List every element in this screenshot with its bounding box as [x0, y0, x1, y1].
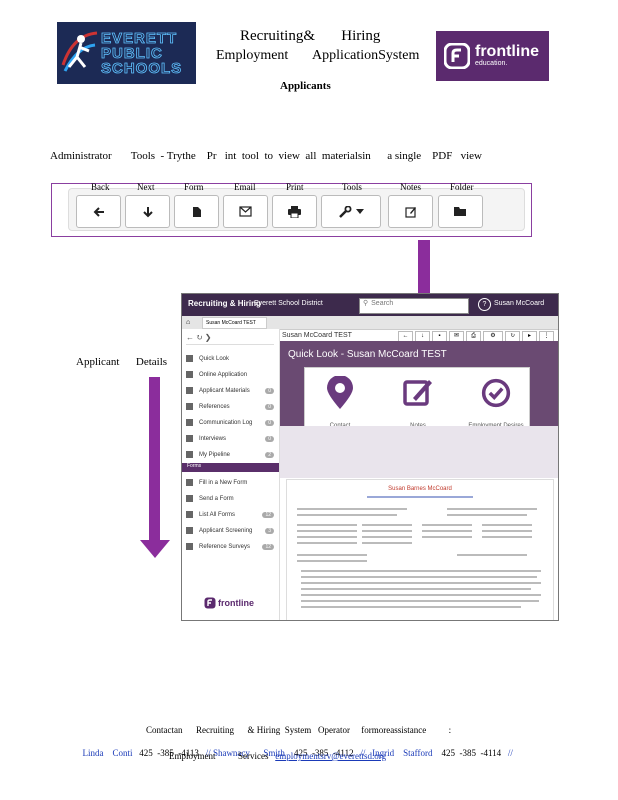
sidebar-frontline-logo: frontline	[204, 597, 254, 609]
arrow-down-icon	[142, 206, 153, 217]
toolbar-label-back: Back	[91, 182, 110, 192]
app-top-bar: Recruiting & Hiring Everett School Distr…	[182, 294, 558, 316]
sidebar-item-applicant-screening[interactable]: Applicant Screening 3	[186, 527, 274, 534]
quick-look-title: Quick Look - Susan McCoard TEST	[288, 349, 447, 360]
check-circle-icon[interactable]	[481, 376, 511, 410]
sidebar-item-applicant-materials[interactable]: Applicant Materials 0	[186, 387, 274, 394]
tab-applicant[interactable]: Susan McCoard TEST	[202, 317, 267, 329]
form-button[interactable]	[174, 195, 219, 228]
runner-swirl-icon	[61, 31, 98, 72]
main-panel: Susan McCoard TEST ← ↓ ▪ ✉ ⎙ ⚙ ↻ ▸ ⋮ Qui…	[280, 329, 558, 620]
sidebar: ← ↻ ❯ Quick Look Online Application Appl…	[182, 329, 280, 620]
forms-section-header: Forms	[182, 463, 279, 472]
print-button[interactable]	[272, 195, 317, 228]
frontline-mark-icon	[444, 43, 470, 69]
district-name: Everett School District	[254, 300, 323, 307]
help-icon[interactable]: ?	[478, 298, 491, 311]
contact-name-linda-conti[interactable]: Linda Conti	[83, 748, 133, 758]
frontline-mark-icon	[204, 597, 216, 609]
page-title: Recruiting& Hiring	[240, 28, 381, 44]
folder-button[interactable]	[438, 195, 483, 228]
sidebar-divider	[186, 344, 274, 345]
user-menu[interactable]: Susan McCoard	[494, 300, 544, 307]
folder-icon	[454, 207, 466, 216]
quick-look-banner: Quick Look - Susan McCoard TEST Contact …	[280, 341, 558, 439]
toolbar-label-tools: Tools	[342, 182, 362, 192]
sidebar-item-interviews[interactable]: Interviews 0	[186, 435, 274, 442]
arrow-right-icon	[186, 479, 193, 486]
sidebar-item-fill-new-form[interactable]: Fill in a New Form	[186, 479, 274, 486]
toolbar-label-print: Print	[286, 182, 304, 192]
resume-preview: Susan Barnes McCoard	[286, 479, 554, 620]
envelope-icon	[239, 206, 252, 217]
plus-icon	[186, 495, 193, 502]
page-title-line2: Employment ApplicationSystem	[216, 48, 420, 63]
sidebar-item-send-form[interactable]: Send a Form	[186, 495, 274, 502]
tools-dropdown-button[interactable]	[321, 195, 381, 228]
contact-phone: 425 -385 -4114	[441, 748, 502, 758]
pipeline-icon	[186, 451, 193, 458]
admin-tools-instructions: Administrator Tools - Trythe Pr int tool…	[50, 150, 482, 162]
wrench-icon	[338, 205, 351, 218]
frontline-wordmark: frontline education.	[475, 43, 539, 68]
footer-contact-line: Contactan Recruiting & Hiring System Ope…	[146, 725, 452, 735]
sidebar-item-online-application[interactable]: Online Application	[186, 371, 274, 378]
edit-icon[interactable]	[403, 376, 433, 410]
toolbar-label-notes: Notes	[400, 182, 421, 192]
pointer-arrow-head-down-left	[140, 540, 170, 558]
back-button[interactable]	[76, 195, 121, 228]
notes-button[interactable]	[388, 195, 433, 228]
applicant-name-header: Susan McCoard TEST	[282, 332, 352, 339]
everett-public-schools-logo: EVERETT PUBLIC SCHOOLS	[57, 22, 196, 84]
next-button[interactable]	[125, 195, 170, 228]
sidebar-item-my-pipeline[interactable]: My Pipeline 2	[186, 451, 274, 458]
tab-row: ⌂ Susan McCoard TEST	[182, 316, 558, 330]
chat-icon	[186, 419, 193, 426]
eye-icon	[186, 355, 193, 362]
document-icon	[186, 543, 193, 550]
resume-name: Susan Barnes McCoard	[388, 486, 452, 492]
toolbar-label-email: Email	[234, 182, 256, 192]
toolbar-label-next: Next	[137, 182, 155, 192]
printer-icon	[288, 205, 301, 218]
document-icon	[192, 206, 201, 217]
back-refresh-icons[interactable]: ← ↻ ❯	[186, 333, 211, 342]
people-icon	[186, 403, 193, 410]
sidebar-item-reference-surveys[interactable]: Reference Surveys 12	[186, 543, 274, 550]
frontline-education-logo: frontline education.	[436, 31, 549, 81]
caret-down-icon	[355, 208, 364, 214]
employment-services-email-link[interactable]: employmentsrv@everettsd.org	[275, 751, 386, 761]
banner-gap	[280, 426, 558, 478]
employment-services-label: Employment Services	[169, 751, 269, 761]
search-icon: ⚲	[363, 300, 369, 307]
applicant-details-label: Applicant Details	[76, 356, 168, 368]
list-icon	[186, 435, 193, 442]
search-input[interactable]: ⚲ Search	[359, 298, 469, 314]
eps-logo-text: EVERETT PUBLIC SCHOOLS	[101, 29, 183, 77]
document-icon	[186, 511, 193, 518]
document-icon	[186, 527, 193, 534]
edit-icon	[404, 206, 416, 218]
page-subtitle: Applicants	[280, 80, 331, 92]
document-icon	[186, 371, 193, 378]
sidebar-item-references[interactable]: References 0	[186, 403, 274, 410]
home-icon[interactable]: ⌂	[186, 318, 190, 326]
app-title: Recruiting & Hiring	[188, 299, 261, 308]
pointer-arrow-shaft-left	[149, 377, 160, 542]
sidebar-item-list-all-forms[interactable]: List All Forms 12	[186, 511, 274, 518]
location-pin-icon[interactable]	[325, 376, 355, 410]
applicant-details-screenshot: Recruiting & Hiring Everett School Distr…	[181, 293, 559, 621]
toolbar-label-folder: Folder	[450, 182, 474, 192]
footer-email-line: Employment Services employmentsrv@everet…	[169, 751, 386, 761]
document-icon	[186, 387, 193, 394]
sidebar-item-quick-look[interactable]: Quick Look	[186, 355, 274, 362]
email-button[interactable]	[223, 195, 268, 228]
arrow-left-icon	[93, 206, 104, 217]
toolbar-label-form: Form	[184, 182, 204, 192]
sidebar-item-communication-log[interactable]: Communication Log 0	[186, 419, 274, 426]
